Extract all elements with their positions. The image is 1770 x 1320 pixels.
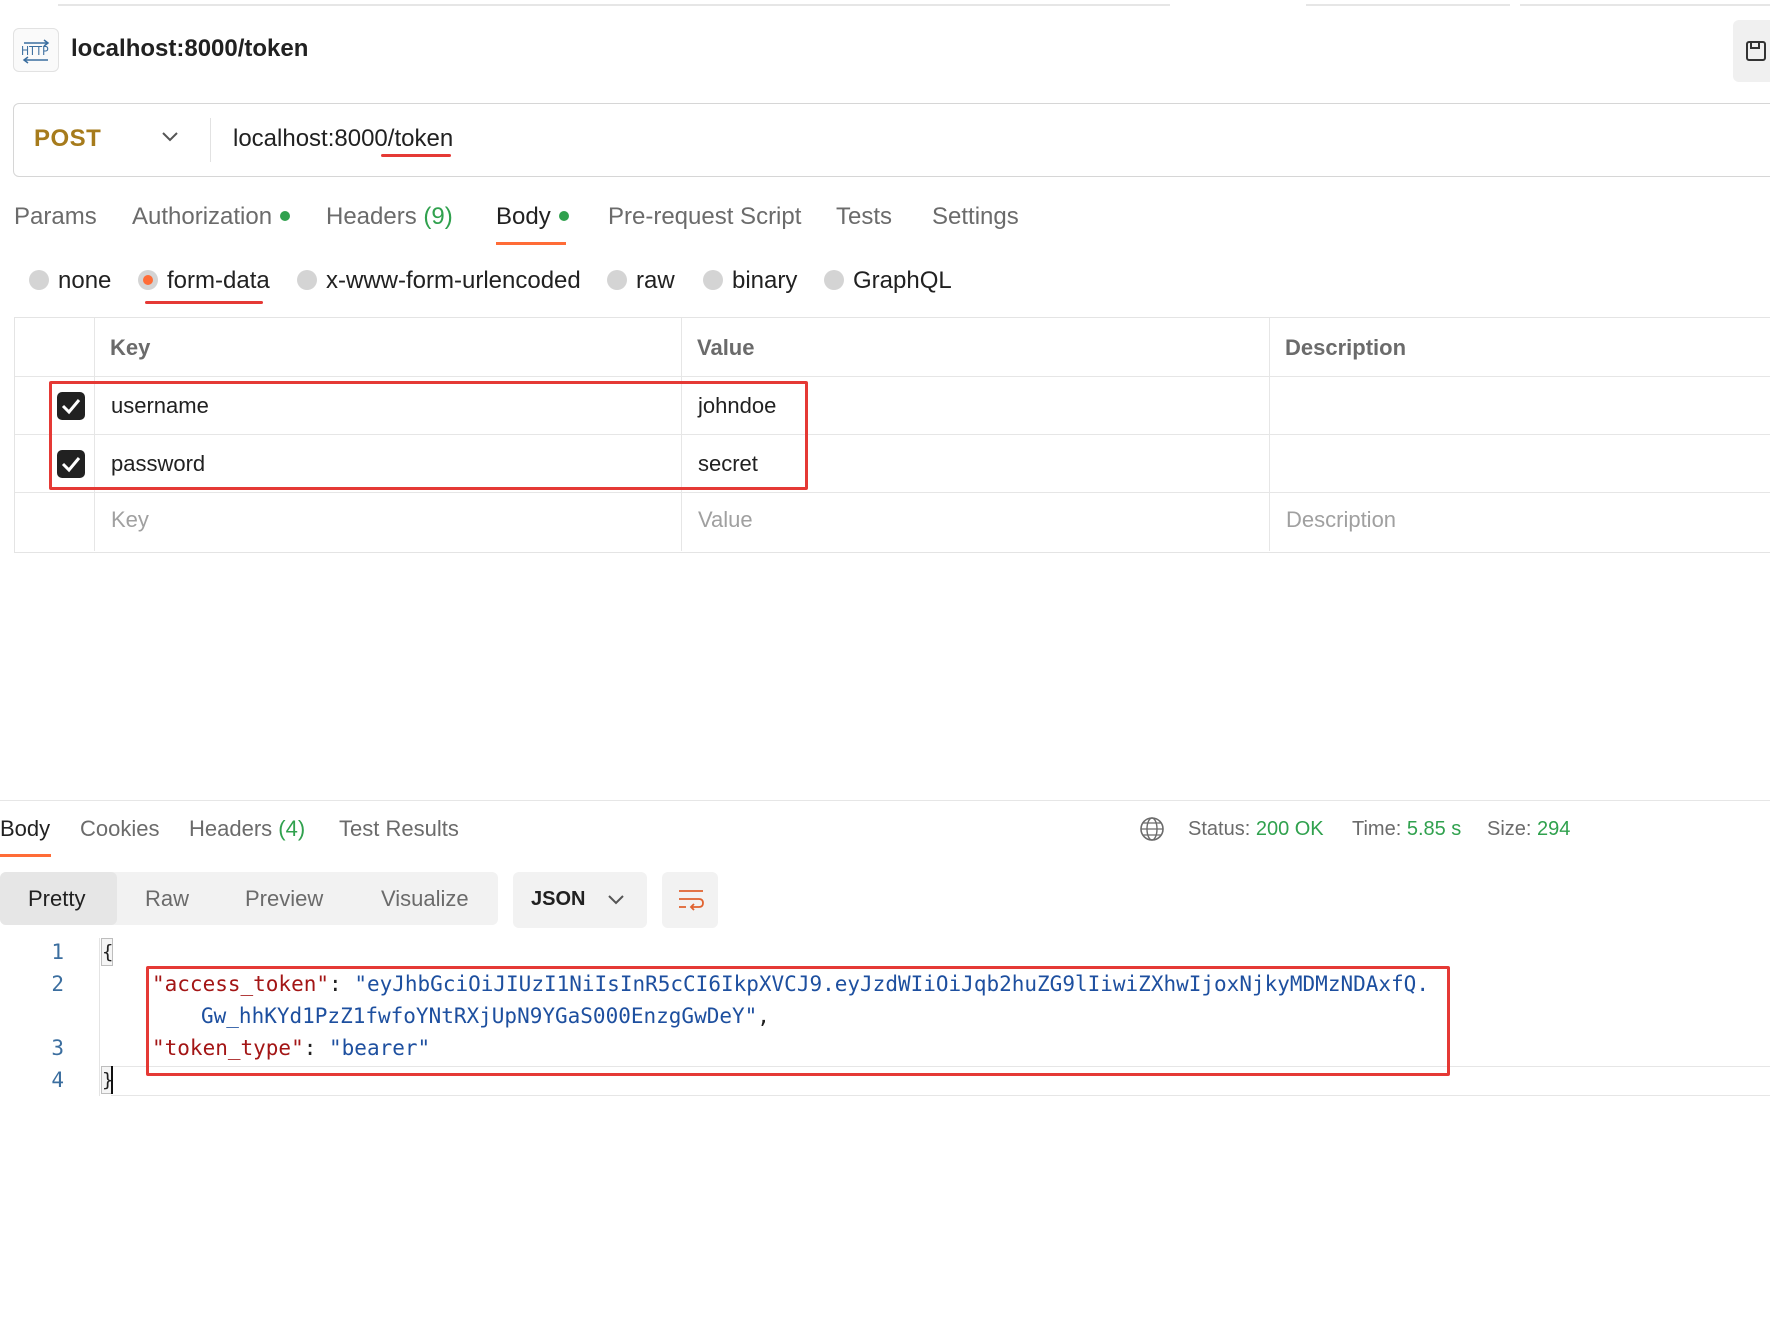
radio-label-none[interactable]: none bbox=[58, 267, 111, 295]
wrap-icon bbox=[679, 890, 704, 911]
tab-pre-request-script[interactable]: Pre-request Script bbox=[608, 203, 801, 231]
response-time[interactable]: Time: 5.85 s bbox=[1352, 818, 1461, 841]
view-mode-visualize[interactable]: Visualize bbox=[381, 886, 469, 912]
tab-authorization[interactable]: Authorization bbox=[132, 203, 291, 231]
response-tab-headers[interactable]: Headers (4) bbox=[189, 816, 305, 842]
tab-body[interactable]: Body bbox=[496, 203, 569, 231]
open-brace: { bbox=[101, 938, 113, 966]
view-mode-preview[interactable]: Preview bbox=[245, 886, 323, 912]
line-number: 2 bbox=[51, 972, 64, 996]
request-title[interactable]: localhost:8000/token bbox=[71, 35, 308, 63]
http-icon: HTTP bbox=[13, 28, 59, 72]
status-badge[interactable]: Status: 200 OK bbox=[1188, 818, 1324, 841]
radio-raw[interactable] bbox=[607, 270, 627, 290]
rows-annotation-box bbox=[49, 381, 808, 490]
response-tab-cookies[interactable]: Cookies bbox=[80, 816, 159, 842]
chevron-down-icon[interactable] bbox=[160, 130, 180, 144]
tab-params[interactable]: Params bbox=[14, 203, 97, 231]
text-caret bbox=[111, 1066, 113, 1094]
tab-tests[interactable]: Tests bbox=[836, 203, 892, 231]
url-input[interactable]: localhost:8000/token bbox=[233, 125, 453, 153]
radio-binary[interactable] bbox=[703, 270, 723, 290]
wrap-lines-button[interactable] bbox=[662, 872, 718, 928]
new-description-input[interactable]: Description bbox=[1286, 507, 1396, 533]
radio-label-urlencoded[interactable]: x-www-form-urlencoded bbox=[326, 267, 581, 295]
globe-icon[interactable] bbox=[1139, 816, 1165, 842]
line-number: 3 bbox=[51, 1036, 64, 1060]
save-button[interactable] bbox=[1733, 20, 1770, 82]
line-number: 4 bbox=[51, 1068, 64, 1092]
column-header-key: Key bbox=[110, 335, 151, 360]
url-divider bbox=[210, 118, 211, 162]
view-mode-raw[interactable]: Raw bbox=[145, 886, 189, 912]
format-label[interactable]: JSON bbox=[531, 888, 585, 911]
url-annotation-underline bbox=[381, 154, 451, 157]
radio-label-graphql[interactable]: GraphQL bbox=[853, 267, 952, 295]
response-annotation-box bbox=[146, 966, 1450, 1076]
column-header-value: Value bbox=[697, 335, 755, 360]
radio-x-www-form-urlencoded[interactable] bbox=[297, 270, 317, 290]
top-tab-strip bbox=[0, 0, 1770, 6]
radio-label-binary[interactable]: binary bbox=[732, 267, 797, 295]
active-tab-indicator bbox=[496, 242, 566, 245]
radio-label-raw[interactable]: raw bbox=[636, 267, 675, 295]
view-mode-pretty[interactable]: Pretty bbox=[28, 886, 85, 912]
column-header-description: Description bbox=[1285, 335, 1407, 360]
status-dot bbox=[558, 210, 569, 221]
radio-graphql[interactable] bbox=[824, 270, 844, 290]
radio-label-form-data[interactable]: form-data bbox=[167, 267, 270, 295]
status-dot bbox=[280, 210, 291, 221]
radio-none[interactable] bbox=[29, 270, 49, 290]
tab-headers[interactable]: Headers (9) bbox=[326, 203, 453, 231]
tab-settings[interactable]: Settings bbox=[932, 203, 1019, 231]
code-gutter-line bbox=[99, 938, 100, 1096]
response-tab-test-results[interactable]: Test Results bbox=[339, 816, 459, 842]
response-size[interactable]: Size: 294 bbox=[1487, 818, 1570, 841]
active-tab-indicator bbox=[0, 854, 51, 857]
new-key-input[interactable]: Key bbox=[111, 507, 149, 533]
new-value-input[interactable]: Value bbox=[698, 507, 753, 533]
response-tab-body[interactable]: Body bbox=[0, 816, 50, 842]
form-data-annotation-underline bbox=[145, 301, 263, 304]
radio-form-data[interactable] bbox=[138, 270, 158, 290]
line-number: 1 bbox=[51, 940, 64, 964]
chevron-down-icon[interactable] bbox=[606, 893, 626, 907]
response-divider[interactable] bbox=[0, 800, 1770, 801]
method-select[interactable]: POST bbox=[34, 125, 101, 153]
